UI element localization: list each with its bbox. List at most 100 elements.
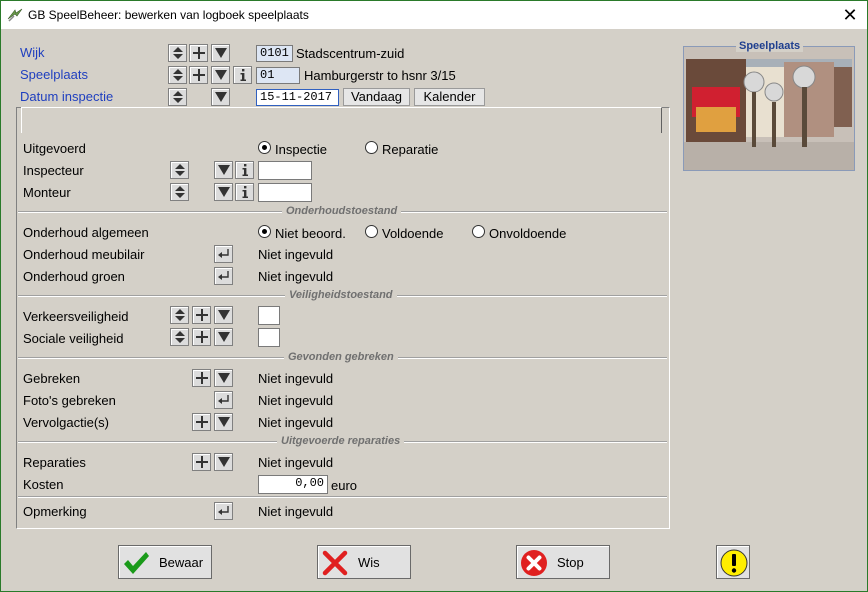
updown-icon <box>174 186 185 198</box>
info-icon <box>242 164 248 176</box>
radio-selected-dot <box>262 229 267 234</box>
bewaar-button[interactable]: Bewaar <box>118 545 212 579</box>
triangle-down-icon <box>217 310 230 320</box>
speelplaats-add-button[interactable] <box>189 66 208 84</box>
speelplaats-dropdown-button[interactable] <box>211 66 230 84</box>
radio-niet-beoord[interactable] <box>258 225 271 238</box>
wijk-dropdown-button[interactable] <box>211 44 230 62</box>
speelplaats-code-field[interactable]: 01 <box>256 67 300 84</box>
window-title: GB SpeelBeheer: bewerken van logboek spe… <box>28 8 309 22</box>
triangle-down-icon <box>217 332 230 342</box>
stop-button[interactable]: Stop <box>516 545 610 579</box>
onderhoud-meubilair-enter-button[interactable] <box>214 245 233 263</box>
reparaties-dropdown-button[interactable] <box>214 453 233 471</box>
opmerking-label: Opmerking <box>23 504 87 519</box>
speelplaats-info-button[interactable] <box>233 66 252 84</box>
triangle-down-icon <box>217 373 230 383</box>
photo-caption: Speelplaats <box>736 40 804 52</box>
onderhoud-groen-enter-button[interactable] <box>214 267 233 285</box>
section-veiligheid-title: Veiligheidstoestand <box>285 289 397 301</box>
wijk-updown-button[interactable] <box>168 44 187 62</box>
speelplaats-photo-frame <box>683 46 855 171</box>
kosten-label: Kosten <box>23 477 64 492</box>
speelplaats-label: Speelplaats <box>20 67 88 82</box>
vervolgactie-label: Vervolgactie(s) <box>23 415 109 430</box>
radio-reparatie[interactable] <box>365 141 378 154</box>
form-tab <box>21 107 662 133</box>
checkmark-icon <box>124 552 149 574</box>
inspecteur-field[interactable] <box>258 161 312 180</box>
datum-field[interactable]: 15-11-2017 <box>256 89 339 106</box>
triangle-down-icon <box>214 92 227 102</box>
inspecteur-info-button[interactable] <box>235 161 254 179</box>
triangle-down-icon <box>217 187 230 197</box>
reparaties-value: Niet ingevuld <box>258 455 334 470</box>
gebreken-value: Niet ingevuld <box>258 371 334 386</box>
onderhoud-groen-label: Onderhoud groen <box>23 269 125 284</box>
option-niet-beoord: Niet beoord. <box>275 226 346 241</box>
updown-icon <box>172 69 183 81</box>
plus-icon <box>195 331 208 343</box>
datum-dropdown-button[interactable] <box>211 88 230 106</box>
verkeersveiligheid-updown-button[interactable] <box>170 306 189 324</box>
wijk-name: Stadscentrum-zuid <box>296 46 405 61</box>
kosten-field[interactable]: 0,00 <box>258 475 328 494</box>
vervolgactie-dropdown-button[interactable] <box>214 413 233 431</box>
fotos-enter-button[interactable] <box>214 391 233 409</box>
updown-icon <box>174 164 185 176</box>
radio-onvoldoende[interactable] <box>472 225 485 238</box>
verkeersveiligheid-add-button[interactable] <box>192 306 211 324</box>
enter-icon <box>217 506 229 515</box>
option-reparatie: Reparatie <box>382 142 439 157</box>
vervolgactie-add-button[interactable] <box>192 413 211 431</box>
fotos-value: Niet ingevuld <box>258 393 334 408</box>
opmerking-enter-button[interactable] <box>214 502 233 520</box>
section-reparaties-title: Uitgevoerde reparaties <box>277 435 405 447</box>
app-logo-icon <box>7 8 23 22</box>
option-inspectie: Inspectie <box>275 142 328 157</box>
kalender-button[interactable]: Kalender <box>414 88 485 106</box>
red-x-icon <box>322 550 348 576</box>
radio-voldoende[interactable] <box>365 225 378 238</box>
sociale-veiligheid-add-button[interactable] <box>192 328 211 346</box>
sociale-veiligheid-dropdown-button[interactable] <box>214 328 233 346</box>
speelplaats-photo <box>684 47 854 170</box>
monteur-field[interactable] <box>258 183 312 202</box>
reparaties-add-button[interactable] <box>192 453 211 471</box>
monteur-info-button[interactable] <box>235 183 254 201</box>
sociale-veiligheid-updown-button[interactable] <box>170 328 189 346</box>
radio-selected-dot <box>262 145 267 150</box>
triangle-down-icon <box>217 165 230 175</box>
enter-icon <box>217 395 229 404</box>
inspecteur-updown-button[interactable] <box>170 161 189 179</box>
radio-inspectie[interactable] <box>258 141 271 154</box>
plus-icon <box>195 372 208 384</box>
triangle-down-icon <box>217 457 230 467</box>
sociale-veiligheid-field[interactable] <box>258 328 280 347</box>
enter-icon <box>217 249 229 258</box>
inspecteur-dropdown-button[interactable] <box>214 161 233 179</box>
kosten-unit: euro <box>331 478 358 493</box>
close-icon[interactable]: ✕ <box>837 4 863 26</box>
verkeersveiligheid-field[interactable] <box>258 306 280 325</box>
wijk-code-field[interactable]: 0101 <box>256 45 293 62</box>
wis-button[interactable]: Wis <box>317 545 411 579</box>
vandaag-button[interactable]: Vandaag <box>343 88 410 106</box>
speelplaats-updown-button[interactable] <box>168 66 187 84</box>
monteur-updown-button[interactable] <box>170 183 189 201</box>
plus-icon <box>192 69 205 81</box>
monteur-dropdown-button[interactable] <box>214 183 233 201</box>
warning-button[interactable] <box>716 545 750 579</box>
section-onderhoud-title: Onderhoudstoestand <box>282 205 402 217</box>
gebreken-add-button[interactable] <box>192 369 211 387</box>
datum-updown-button[interactable] <box>168 88 187 106</box>
verkeersveiligheid-label: Verkeersveiligheid <box>23 309 129 324</box>
app-window: GB SpeelBeheer: bewerken van logboek spe… <box>0 0 868 592</box>
plus-icon <box>195 456 208 468</box>
fotos-label: Foto's gebreken <box>23 393 116 408</box>
wijk-add-button[interactable] <box>189 44 208 62</box>
title-bar: GB SpeelBeheer: bewerken van logboek spe… <box>1 1 867 29</box>
updown-icon <box>172 47 183 59</box>
verkeersveiligheid-dropdown-button[interactable] <box>214 306 233 324</box>
gebreken-dropdown-button[interactable] <box>214 369 233 387</box>
